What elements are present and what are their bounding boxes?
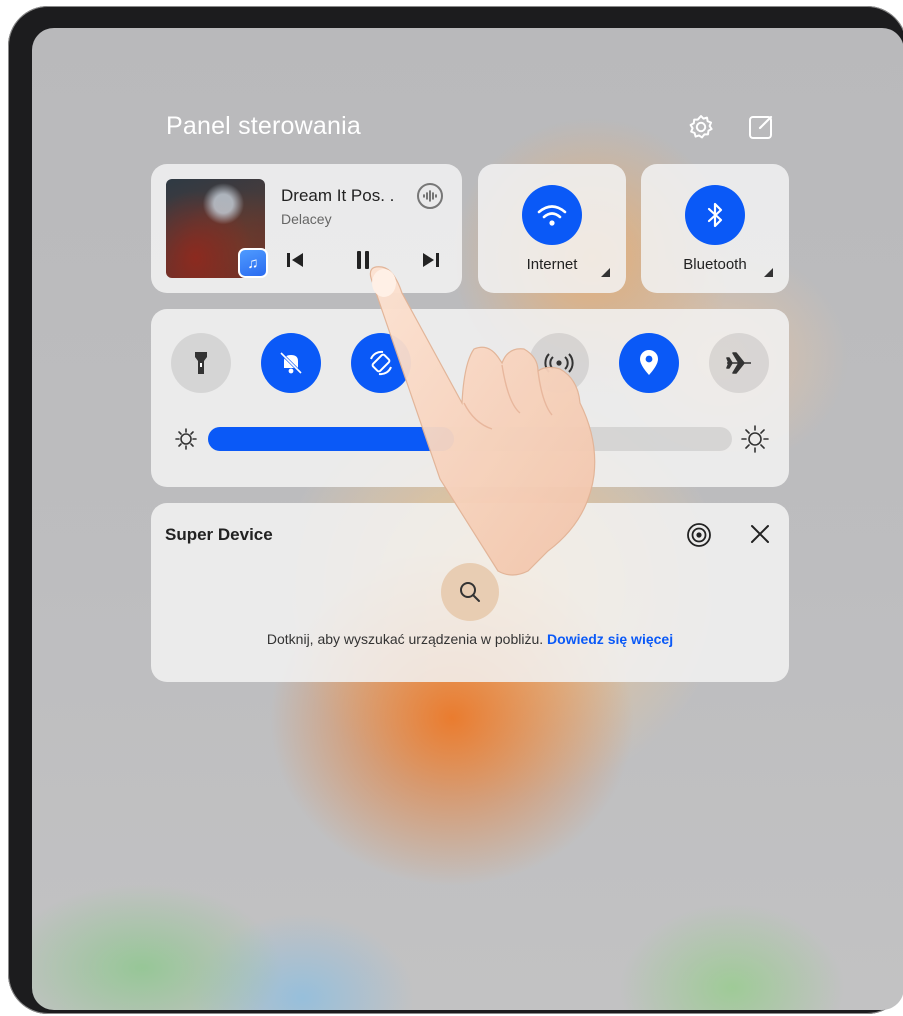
close-icon[interactable] <box>749 523 771 550</box>
control-panel-screen: Panel sterowania ♫ Dream It Pos. . Delac… <box>32 28 903 1010</box>
artist-name: Delacey <box>281 211 332 227</box>
expand-corner-icon[interactable] <box>764 268 773 277</box>
bluetooth-toggle[interactable]: Bluetooth <box>641 164 789 293</box>
brightness-high-icon <box>741 425 769 458</box>
wifi-icon <box>522 185 582 245</box>
bluetooth-icon <box>685 185 745 245</box>
mute-bell-icon[interactable] <box>261 333 321 393</box>
edit-icon[interactable] <box>746 112 776 142</box>
previous-icon[interactable] <box>286 252 304 273</box>
gear-icon[interactable] <box>686 112 716 142</box>
learn-more-link[interactable]: Dowiedz się więcej <box>547 631 673 647</box>
song-title: Dream It Pos. . <box>281 186 395 205</box>
radar-icon[interactable] <box>685 521 713 554</box>
sound-wave-icon[interactable] <box>417 183 443 209</box>
super-device-title: Super Device <box>165 525 273 544</box>
tutorial-hand-illustration <box>369 266 596 576</box>
tablet-frame: Panel sterowania ♫ Dream It Pos. . Delac… <box>8 6 903 1014</box>
location-icon[interactable] <box>619 333 679 393</box>
brightness-low-icon <box>174 427 198 456</box>
page-title: Panel sterowania <box>166 112 361 140</box>
hint-text: Dotknij, aby wyszukać urządzenia w pobli… <box>266 631 544 647</box>
airplane-icon[interactable] <box>709 333 769 393</box>
flashlight-icon[interactable] <box>171 333 231 393</box>
super-device-hint: Dotknij, aby wyszukać urządzenia w pobli… <box>151 631 789 647</box>
music-icon: ♫ <box>238 248 268 278</box>
